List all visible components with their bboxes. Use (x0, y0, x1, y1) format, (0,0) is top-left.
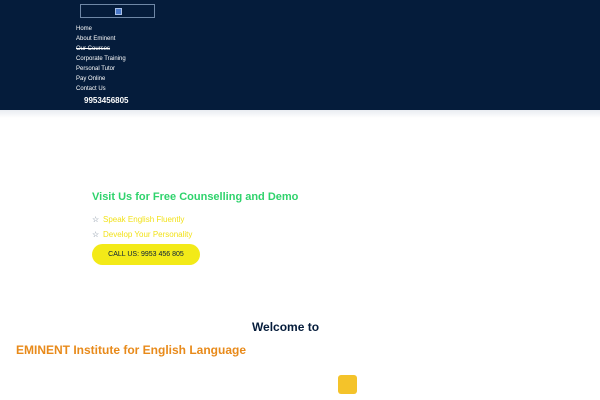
nav-item-home[interactable]: Home (76, 24, 126, 34)
nav-item-contact-us[interactable]: Contact Us (76, 84, 126, 94)
menu-toggle-button[interactable] (80, 4, 155, 18)
institute-name: EMINENT Institute for English Language (16, 343, 247, 357)
welcome-title: Welcome to (251, 320, 320, 334)
hero-bullet: ☆ Develop Your Personality (92, 228, 192, 243)
nav-item-about-eminent[interactable]: About Eminent (76, 34, 126, 44)
hero-headline: Visit Us for Free Counselling and Demo (92, 191, 299, 203)
star-outline-icon: ☆ (92, 230, 100, 239)
hero-bullet-list: ☆ Speak English Fluently ☆ Develop Your Pe… (92, 213, 192, 243)
nav-item-corporate-training[interactable]: Corporate Training (76, 54, 126, 64)
main-nav: Home About Eminent Our Courses Corporate… (76, 24, 126, 94)
hero-bullet-text: Develop Your Personality (103, 230, 193, 239)
nav-item-personal-tutor[interactable]: Personal Tutor (76, 64, 126, 74)
site-header: Home About Eminent Our Courses Corporate… (0, 0, 600, 110)
header-phone-link[interactable]: 9953456805 (84, 96, 129, 105)
scroll-to-top-icon[interactable] (338, 375, 357, 394)
header-shadow (0, 110, 600, 118)
hamburger-menu-icon (115, 8, 122, 15)
hero-bullet-text: Speak English Fluently (103, 215, 185, 224)
star-outline-icon: ☆ (92, 215, 100, 224)
hero-bullet: ☆ Speak English Fluently (92, 213, 192, 228)
call-us-button[interactable]: CALL US: 9953 456 805 (92, 244, 200, 265)
nav-item-our-courses[interactable]: Our Courses (76, 44, 126, 54)
nav-item-pay-online[interactable]: Pay Online (76, 74, 126, 84)
